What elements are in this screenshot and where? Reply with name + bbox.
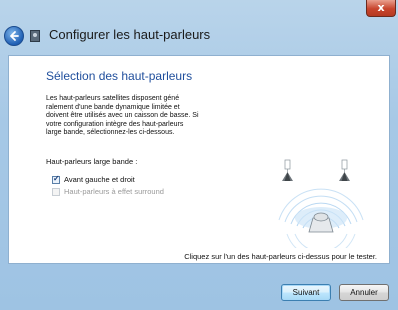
- speaker-front-right-icon[interactable]: [339, 159, 350, 181]
- checkbox-surround: Haut-parleurs à effet surround: [52, 187, 164, 196]
- speaker-app-icon: [30, 30, 40, 42]
- description-line: Les haut-parleurs satellites disposent g…: [46, 95, 180, 102]
- speaker-front-left-icon[interactable]: [282, 159, 293, 181]
- checkbox-box-disabled: [52, 187, 60, 196]
- page-title: Sélection des haut-parleurs: [46, 69, 193, 83]
- cancel-button[interactable]: Annuler: [339, 284, 389, 301]
- dialog-window: x Configurer les haut-parleurs Sélection…: [0, 0, 398, 310]
- content-panel: Sélection des haut-parleurs Les haut-par…: [8, 55, 390, 264]
- description-line: large bande, sélectionnez-les ci-dessous…: [46, 129, 175, 137]
- speaker-diagram: [278, 159, 364, 248]
- checkbox-box[interactable]: [52, 174, 60, 184]
- close-button[interactable]: x: [366, 0, 396, 17]
- checkbox-label: Avant gauche et droit: [64, 175, 135, 184]
- next-button[interactable]: Suivant: [281, 284, 331, 301]
- description-line: votre configuration intègre des haut-par…: [46, 120, 184, 128]
- window-title: Configurer les haut-parleurs: [49, 27, 211, 42]
- wideband-label: Haut-parleurs large bande :: [46, 157, 138, 166]
- title-bar: Configurer les haut-parleurs: [0, 18, 398, 54]
- back-button[interactable]: [4, 26, 24, 46]
- checkbox-front-left-right[interactable]: Avant gauche et droit: [52, 174, 135, 184]
- checkbox-label-disabled: Haut-parleurs à effet surround: [64, 187, 164, 196]
- back-arrow-icon: [10, 31, 19, 41]
- description-line: doivent être utilisés avec un caisson de…: [46, 112, 199, 120]
- test-hint: Cliquez sur l'un des haut-parleurs ci-de…: [184, 252, 377, 261]
- description-text: Les haut-parleurs satellites disposent g…: [46, 95, 221, 138]
- description-line: ralement d'une bande dynamique limitée e…: [46, 103, 180, 111]
